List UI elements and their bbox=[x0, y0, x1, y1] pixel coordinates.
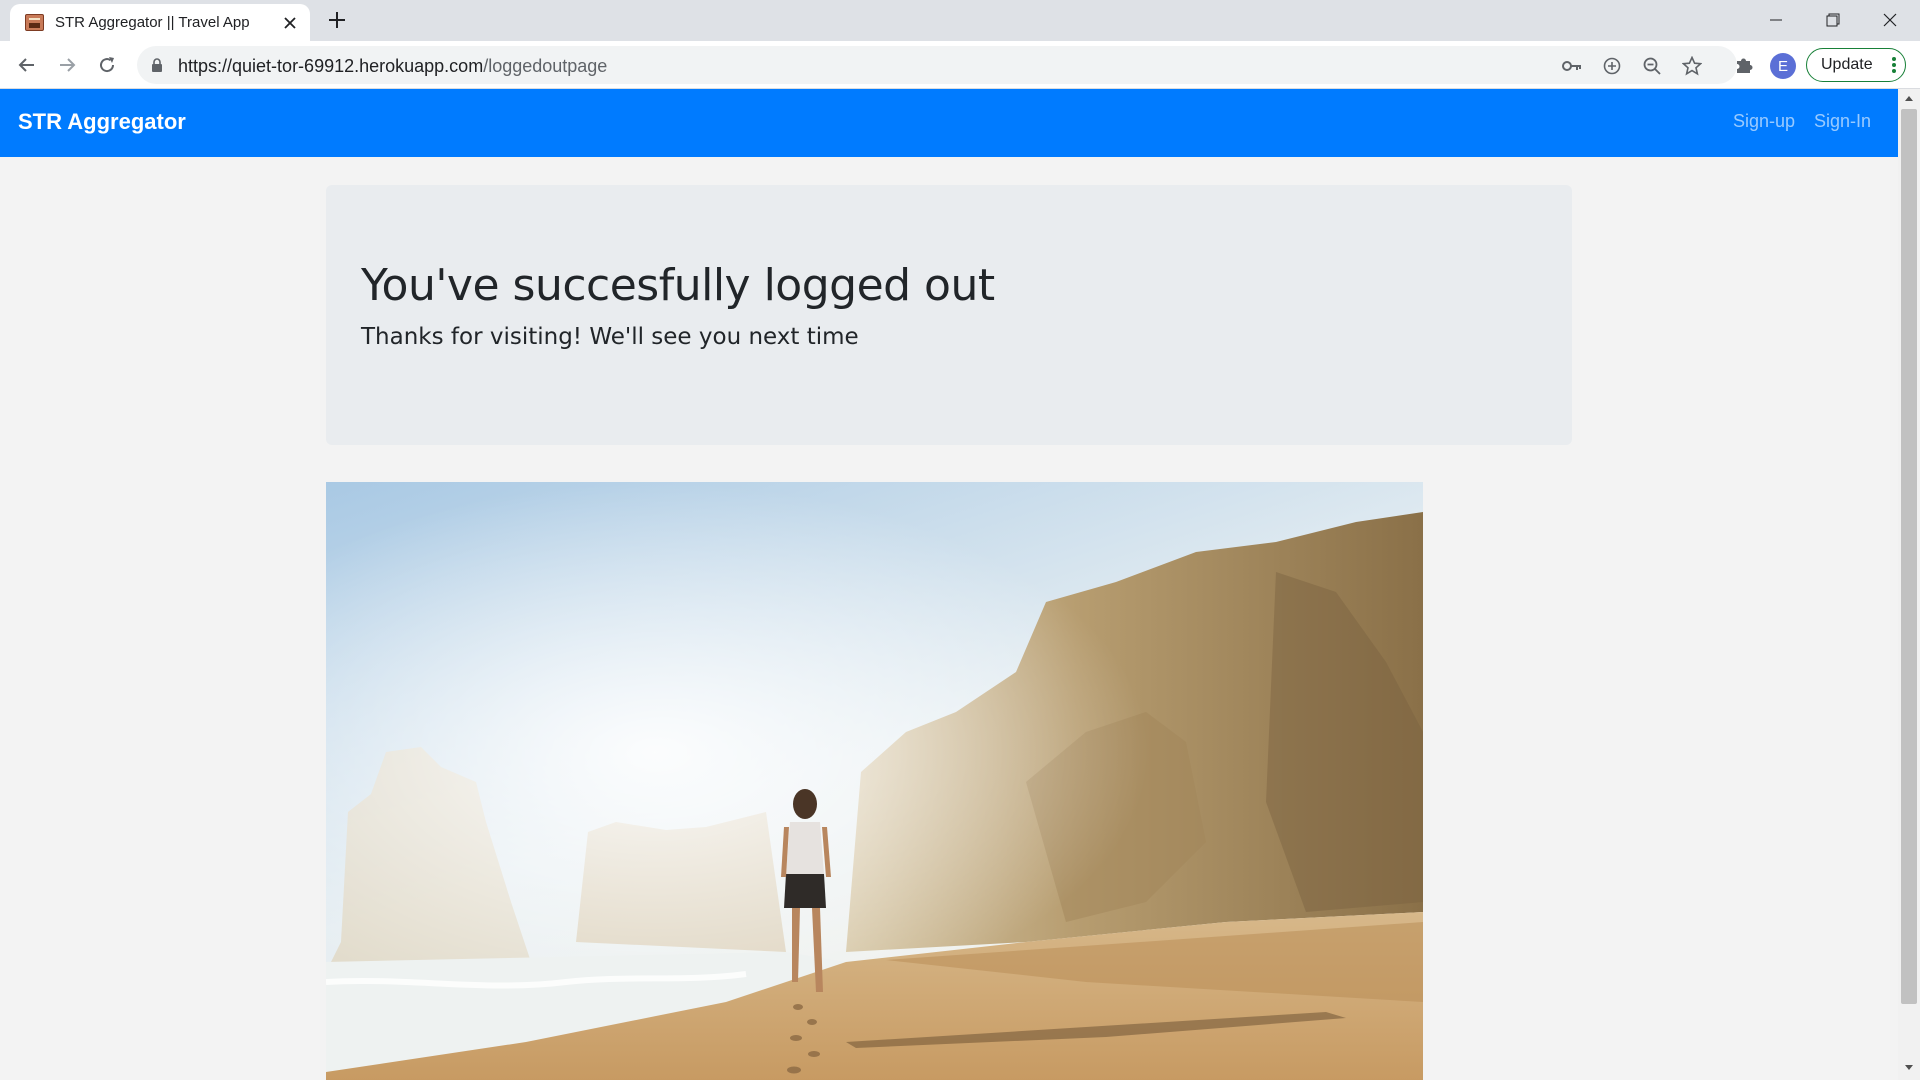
browser-tab-active[interactable]: STR Aggregator || Travel App bbox=[10, 4, 310, 41]
page-scrollbar[interactable] bbox=[1898, 89, 1920, 1080]
update-label: Update bbox=[1821, 56, 1873, 73]
nav-link-signin[interactable]: Sign-In bbox=[1814, 111, 1871, 132]
bookmark-button[interactable] bbox=[1681, 55, 1703, 77]
close-window-icon bbox=[1883, 13, 1897, 27]
key-button[interactable] bbox=[1561, 55, 1583, 77]
favicon-icon bbox=[25, 14, 44, 31]
scroll-down-icon[interactable] bbox=[1904, 1064, 1914, 1072]
site-navbar: STR Aggregator Sign-up Sign-In bbox=[0, 89, 1898, 157]
page-title: You've succesfully logged out bbox=[361, 260, 995, 311]
page-subtitle: Thanks for visiting! We'll see you next … bbox=[361, 324, 859, 350]
reload-button[interactable] bbox=[94, 52, 120, 78]
new-tab-icon[interactable] bbox=[326, 9, 348, 31]
scroll-up-icon[interactable] bbox=[1904, 94, 1914, 102]
zoom-button[interactable] bbox=[1641, 55, 1663, 77]
install-icon bbox=[1603, 57, 1621, 75]
arrow-left-icon bbox=[18, 58, 34, 72]
navbar-brand[interactable]: STR Aggregator bbox=[18, 109, 186, 135]
url-text[interactable]: https://quiet-tor-69912.herokuapp.com/lo… bbox=[178, 56, 607, 77]
menu-dots-icon bbox=[1892, 57, 1896, 73]
arrow-right-icon bbox=[60, 58, 76, 72]
close-tab-icon[interactable] bbox=[280, 13, 300, 33]
star-icon bbox=[1682, 56, 1702, 76]
page-viewport: STR Aggregator Sign-up Sign-In You've su… bbox=[0, 89, 1898, 1080]
logout-jumbotron: You've succesfully logged out Thanks for… bbox=[326, 185, 1572, 445]
browser-tabstrip: STR Aggregator || Travel App bbox=[0, 0, 1920, 41]
nav-link-signup[interactable]: Sign-up bbox=[1733, 111, 1795, 132]
back-button[interactable] bbox=[14, 52, 40, 78]
install-button[interactable] bbox=[1601, 55, 1623, 77]
beach-illustration bbox=[326, 482, 1423, 1080]
zoom-out-icon bbox=[1643, 57, 1661, 75]
restore-icon bbox=[1826, 13, 1840, 27]
puzzle-icon[interactable] bbox=[1733, 54, 1755, 76]
update-button[interactable]: Update bbox=[1806, 48, 1906, 82]
minimize-button[interactable] bbox=[1748, 0, 1804, 40]
scroll-thumb[interactable] bbox=[1901, 109, 1917, 1004]
url-path: /loggedoutpage bbox=[483, 56, 608, 76]
browser-toolbar: https://quiet-tor-69912.herokuapp.com/lo… bbox=[0, 41, 1920, 89]
key-icon bbox=[1562, 61, 1581, 71]
profile-avatar[interactable]: E bbox=[1770, 53, 1796, 79]
restore-button[interactable] bbox=[1805, 0, 1861, 40]
close-window-button[interactable] bbox=[1862, 0, 1918, 40]
beach-photo bbox=[326, 482, 1423, 1080]
forward-button[interactable] bbox=[54, 52, 80, 78]
minimize-icon bbox=[1770, 19, 1782, 21]
url-host: https://quiet-tor-69912.herokuapp.com bbox=[178, 56, 484, 76]
lock-icon[interactable] bbox=[151, 58, 163, 72]
address-bar[interactable]: https://quiet-tor-69912.herokuapp.com/lo… bbox=[137, 46, 1737, 84]
tab-title: STR Aggregator || Travel App bbox=[55, 14, 250, 31]
reload-icon bbox=[100, 57, 115, 73]
